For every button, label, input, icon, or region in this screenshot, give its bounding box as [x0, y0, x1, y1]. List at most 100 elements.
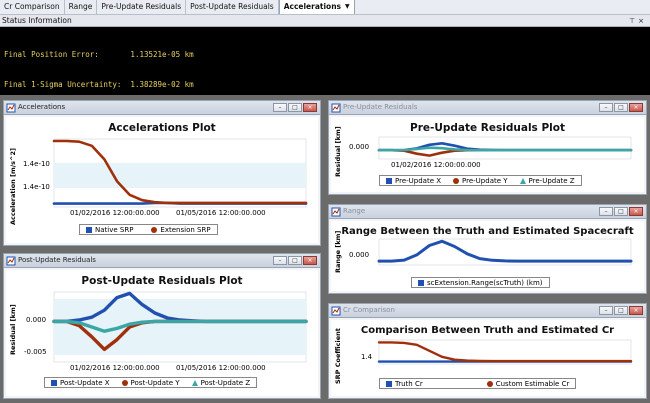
legend-swatch — [191, 379, 198, 386]
pre-update-residuals-window: Pre-Update Residuals – □ × Pre-Update Re… — [328, 100, 647, 195]
post-update-residuals-window-titlebar[interactable]: Post-Update Residuals – □ × — [4, 254, 320, 268]
legend-swatch — [486, 380, 493, 387]
legend-label: Extension SRP — [160, 225, 211, 234]
accelerations-plot-area: Accelerations Plot Acceleration [m/s^2] … — [6, 117, 318, 243]
status-panel: Status Information ⊤× Final Position Err… — [0, 15, 650, 95]
close-button[interactable]: × — [629, 306, 643, 315]
pre-update-chart — [377, 136, 633, 160]
legend-item: scExtension.Range(scTruth) (km) — [418, 279, 543, 287]
y-tick-label: 0.000 — [349, 251, 370, 259]
pre-update-residuals-window-titlebar[interactable]: Pre-Update Residuals – □ × — [329, 101, 646, 115]
legend-label: Post-Update Z — [200, 378, 251, 387]
legend-label: Pre-Update Y — [462, 176, 508, 185]
legend-label: Post-Update X — [60, 378, 110, 387]
y-tick-label: 1.4e-10 — [23, 160, 50, 168]
legend-label: Pre-Update X — [395, 176, 442, 185]
tab-post-update-residuals[interactable]: Post-Update Residuals — [186, 0, 279, 14]
legend-swatch — [151, 226, 158, 233]
plot-band — [54, 162, 306, 188]
legend-label: Truth Cr — [395, 379, 423, 388]
plot-window-icon — [6, 256, 16, 266]
tab-accelerations-label: Accelerations — [283, 2, 341, 11]
window-buttons: – □ × — [273, 256, 317, 265]
tab-range[interactable]: Range — [65, 0, 98, 14]
legend-item: Pre-Update Y — [453, 177, 508, 185]
tab-pre-update-residuals[interactable]: Pre-Update Residuals — [97, 0, 187, 14]
maximize-button[interactable]: □ — [288, 103, 302, 112]
pre-update-residuals-window-title: Pre-Update Residuals — [343, 103, 418, 111]
close-icon[interactable]: × — [638, 17, 647, 25]
plot-window-icon — [331, 306, 341, 316]
accelerations-chart — [52, 138, 308, 208]
chevron-down-icon[interactable]: ▼ — [345, 0, 350, 14]
legend-item: Extension SRP — [151, 225, 211, 234]
status-panel-header: Status Information ⊤× — [0, 15, 650, 27]
legend-swatch — [418, 279, 424, 286]
cr-comparison-window-titlebar[interactable]: Cr Comparison – □ × — [329, 304, 646, 318]
chart-legend: Truth Cr Custom Estimable Cr — [379, 378, 577, 389]
legend-item: Pre-Update Z — [519, 177, 575, 185]
accelerations-window-titlebar[interactable]: Accelerations – □ × — [4, 101, 320, 115]
maximize-button[interactable]: □ — [614, 306, 628, 315]
chart-title: Comparison Between Truth and Estimated C… — [360, 325, 615, 336]
legend-label: Native SRP — [95, 225, 134, 234]
range-window-titlebar[interactable]: Range – □ × — [329, 205, 646, 219]
x-tick-label: 01/05/2016 12:00:00.000 — [176, 209, 266, 217]
plot-window-icon — [331, 103, 341, 113]
legend-swatch — [519, 177, 526, 184]
chart-legend: Native SRP Extension SRP — [79, 224, 218, 235]
pre-update-plot-area: Pre-Update Residuals Plot Residual [km] … — [331, 117, 644, 192]
minimize-button[interactable]: – — [273, 256, 287, 265]
minimize-button[interactable]: – — [273, 103, 287, 112]
cr-comparison-window-title: Cr Comparison — [343, 306, 395, 314]
minimize-button[interactable]: – — [599, 207, 613, 216]
accelerations-window: Accelerations – □ × Accelerations Plot A… — [3, 100, 321, 246]
x-tick-label: 01/02/2016 12:00:00.000 — [391, 161, 481, 169]
close-button[interactable]: × — [629, 103, 643, 112]
legend-label: scExtension.Range(scTruth) (km) — [427, 278, 543, 287]
chart-title: Accelerations Plot — [108, 122, 216, 134]
chart-title: Post-Update Residuals Plot — [81, 275, 243, 287]
close-button[interactable]: × — [303, 256, 317, 265]
tab-cr-comparison[interactable]: Cr Comparison — [0, 0, 65, 14]
legend-item: Native SRP — [86, 226, 133, 234]
y-axis-label: Residual [km] — [9, 304, 17, 355]
legend-item: Post-Update Y — [121, 378, 180, 387]
legend-swatch — [86, 226, 92, 233]
window-buttons: – □ × — [273, 103, 317, 112]
range-window-title: Range — [343, 207, 366, 215]
close-button[interactable]: × — [629, 207, 643, 216]
x-tick-label: 01/05/2016 12:00:00.000 — [176, 364, 266, 372]
legend-swatch — [453, 177, 460, 184]
close-button[interactable]: × — [303, 103, 317, 112]
window-buttons: – □ × — [599, 306, 643, 315]
legend-item: Truth Cr — [386, 380, 423, 388]
minimize-button[interactable]: – — [599, 103, 613, 112]
status-panel-title: Status Information — [2, 16, 72, 25]
status-line-uncertainty: Final 1-Sigma Uncertainty: 1.38289e-02 k… — [4, 80, 194, 89]
post-update-plot-area: Post-Update Residuals Plot Residual [km]… — [6, 270, 318, 396]
chart-legend: scExtension.Range(scTruth) (km) — [411, 277, 550, 288]
maximize-button[interactable]: □ — [614, 103, 628, 112]
y-tick-label: 0.000 — [26, 316, 47, 324]
post-update-residuals-window-title: Post-Update Residuals — [18, 256, 96, 264]
window-buttons: – □ × — [599, 207, 643, 216]
post-update-chart — [52, 291, 308, 363]
minimize-button[interactable]: – — [599, 306, 613, 315]
cr-chart — [377, 339, 633, 365]
status-line-position-error: Final Position Error: 1.13521e-05 km — [4, 50, 194, 59]
x-tick-label: 01/02/2016 12:00:00.000 — [70, 209, 160, 217]
y-tick-label: 0.000 — [349, 143, 370, 151]
legend-item: Post-Update X — [51, 379, 110, 387]
plot-window-icon — [6, 103, 16, 113]
cr-plot-area: Comparison Between Truth and Estimated C… — [331, 320, 644, 396]
legend-swatch — [386, 177, 392, 184]
chart-title: Pre-Update Residuals Plot — [410, 122, 565, 134]
tab-accelerations[interactable]: Accelerations ▼ — [278, 0, 355, 14]
maximize-button[interactable]: □ — [288, 256, 302, 265]
pin-icon[interactable]: ⊤ — [629, 17, 638, 25]
legend-label: Post-Update Y — [130, 378, 180, 387]
maximize-button[interactable]: □ — [614, 207, 628, 216]
legend-item: Post-Update Z — [191, 378, 251, 387]
chart-title: Range Between the Truth and Estimated Sp… — [341, 226, 634, 237]
